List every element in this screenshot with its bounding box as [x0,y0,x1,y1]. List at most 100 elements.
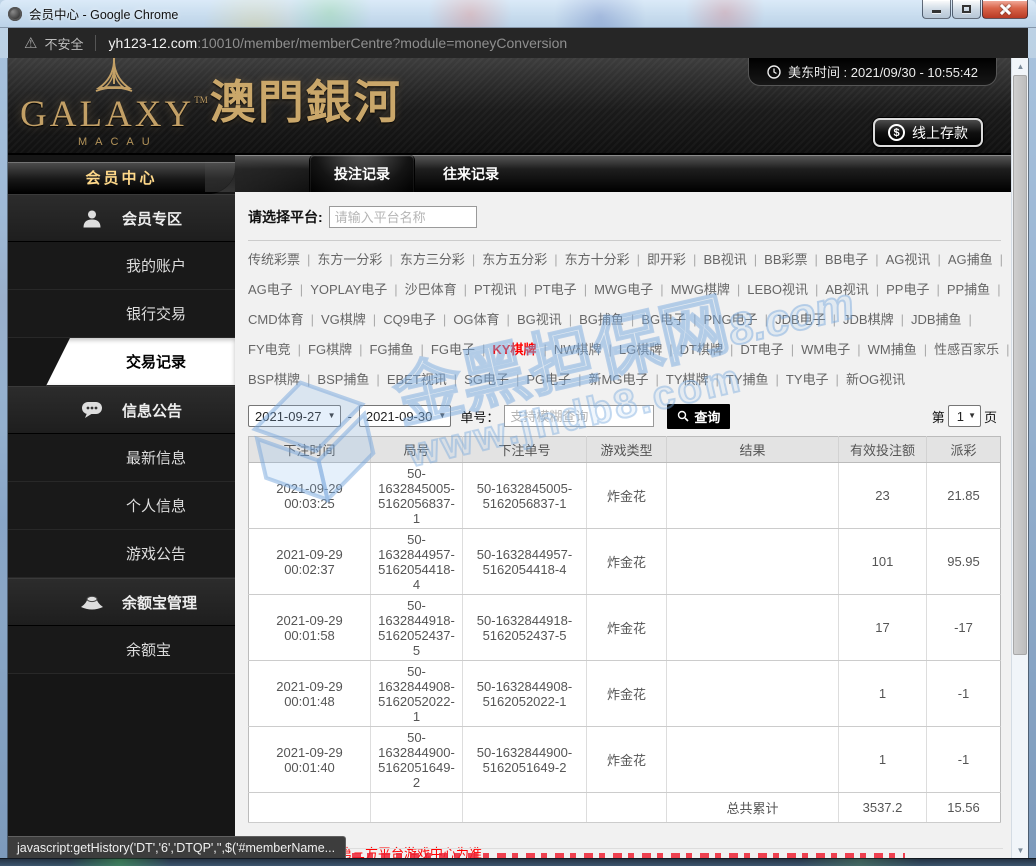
platform-link[interactable]: FG捕鱼 [369,342,413,357]
site-header: GALAXYTM MACAU 澳門銀河 美东时间 : 2021/09/30 - … [8,58,1011,155]
sidebar-item-6[interactable]: 个人信息 [8,482,235,530]
date-from-select[interactable]: 2021-09-27▼ [248,405,341,427]
platform-link[interactable]: OG体育 [453,312,499,327]
platform-separator: | [815,252,818,267]
scroll-up-arrow[interactable]: ▲ [1012,58,1028,74]
platform-link[interactable]: PT视讯 [474,282,517,297]
platform-link[interactable]: FY电竞 [248,342,291,357]
platform-link[interactable]: 新OG视讯 [846,372,905,387]
platform-separator: | [815,282,818,297]
platform-link[interactable]: LG棋牌 [619,342,662,357]
platform-link[interactable]: TY棋牌 [666,372,709,387]
total-cell [371,793,463,823]
platform-link[interactable]: PP电子 [886,282,929,297]
sidebar-item-9[interactable]: 余额宝 [8,626,235,674]
platform-row: AG电子|YOPLAY电子|沙巴体育|PT视讯|PT电子|MWG电子|MWG棋牌… [248,275,1001,305]
sidebar-item-8[interactable]: 余额宝管理 [8,578,235,626]
url-path[interactable]: :10010/member/memberCentre?module=moneyC… [197,35,567,51]
platform-link[interactable]: BB电子 [825,252,868,267]
platform-link[interactable]: PT电子 [534,282,577,297]
platform-link[interactable]: CQ9电子 [383,312,436,327]
platform-link[interactable]: LEBO视讯 [747,282,808,297]
platform-link[interactable]: SG电子 [464,372,509,387]
platform-separator: | [1000,252,1003,267]
sidebar-item-4[interactable]: 信息公告 [8,386,235,434]
minimize-button[interactable] [922,0,951,19]
platform-link[interactable]: KY棋牌 [492,342,536,357]
platform-link[interactable]: 沙巴体育 [405,282,457,297]
platform-link[interactable]: 性感百家乐 [934,342,999,357]
platform-separator: | [578,372,581,387]
sidebar-item-7[interactable]: 游戏公告 [8,530,235,578]
platform-link[interactable]: 新MG电子 [589,372,649,387]
platform-link[interactable]: 即开彩 [647,252,686,267]
order-number-input[interactable] [504,405,654,427]
platform-link[interactable]: PG电子 [526,372,571,387]
platform-link[interactable]: FG电子 [431,342,475,357]
platform-link[interactable]: TY捕鱼 [726,372,769,387]
online-deposit-button[interactable]: $ 线上存款 [873,118,983,147]
date-to-select[interactable]: 2021-09-30▼ [359,405,452,427]
platform-link[interactable]: NW棋牌 [554,342,602,357]
platform-link[interactable]: PNG电子 [704,312,758,327]
platform-link[interactable]: BG视讯 [517,312,562,327]
platform-link[interactable]: 东方五分彩 [482,252,547,267]
scrollbar-thumb[interactable] [1013,75,1027,655]
sidebar-item-1[interactable]: 我的账户 [8,242,235,290]
platform-link-list: 传统彩票|东方一分彩|东方三分彩|东方五分彩|东方十分彩|即开彩|BB视讯|BB… [248,245,1001,395]
platform-link[interactable]: PP捕鱼 [947,282,990,297]
platform-link[interactable]: WM捕鱼 [868,342,917,357]
sidebar-item-5[interactable]: 最新信息 [8,434,235,482]
platform-link[interactable]: EBET视讯 [387,372,447,387]
platform-link[interactable]: 东方一分彩 [317,252,382,267]
page-select[interactable]: 1▼ [948,405,981,427]
not-secure-label[interactable]: 不安全 [44,34,83,53]
sidebar-item-3[interactable]: 交易记录 [8,338,235,386]
platform-link[interactable]: VG棋牌 [321,312,366,327]
platform-link[interactable]: BB彩票 [764,252,807,267]
close-button[interactable] [982,0,1028,19]
platform-name-input[interactable] [329,206,477,228]
date-from-value: 2021-09-27 [255,409,322,424]
platform-link[interactable]: JDB捕鱼 [911,312,962,327]
scroll-down-arrow[interactable]: ▼ [1012,842,1028,858]
total-cell [587,793,667,823]
platform-link[interactable]: BSP捕鱼 [317,372,369,387]
vertical-scrollbar[interactable]: ▲ ▼ [1011,58,1028,858]
platform-link[interactable]: DT电子 [740,342,783,357]
platform-link[interactable]: BB视讯 [703,252,746,267]
sidebar-item-0[interactable]: 会员专区 [8,194,235,242]
platform-link[interactable]: AG电子 [248,282,293,297]
table-cell: 50-1632844918-5162052437-5 [371,595,463,661]
maximize-button[interactable] [952,0,981,19]
platform-link[interactable]: YOPLAY电子 [310,282,387,297]
platform-link[interactable]: DT棋牌 [680,342,723,357]
platform-separator: | [876,282,879,297]
platform-link[interactable]: FG棋牌 [308,342,352,357]
sidebar-item-label: 信息公告 [122,400,182,421]
platform-link[interactable]: AG视讯 [886,252,931,267]
sidebar-item-2[interactable]: 银行交易 [8,290,235,338]
url-domain[interactable]: yh123-12.com [108,35,197,51]
platform-link[interactable]: 东方三分彩 [400,252,465,267]
query-button[interactable]: 查询 [667,404,730,429]
platform-link[interactable]: CMD体育 [248,312,304,327]
platform-link[interactable]: AB视讯 [825,282,868,297]
tab-bet-records[interactable]: 投注记录 [309,155,415,192]
platform-link[interactable]: MWG电子 [594,282,653,297]
platform-link[interactable]: TY电子 [786,372,829,387]
platform-link[interactable]: MWG棋牌 [671,282,730,297]
platform-link[interactable]: 东方十分彩 [565,252,630,267]
platform-separator: | [454,372,457,387]
platform-link[interactable]: JDB电子 [775,312,826,327]
platform-link[interactable]: BG电子 [641,312,686,327]
platform-link[interactable]: BSP棋牌 [248,372,300,387]
tab-transaction-records[interactable]: 往来记录 [421,155,521,192]
address-bar[interactable]: ⚠ 不安全 yh123-12.com :10010/member/memberC… [8,28,1028,58]
platform-link[interactable]: AG捕鱼 [948,252,993,267]
platform-link[interactable]: WM电子 [801,342,850,357]
platform-link[interactable]: BG捕鱼 [579,312,624,327]
browser-viewport: GALAXYTM MACAU 澳門銀河 美东时间 : 2021/09/30 - … [8,58,1028,858]
platform-link[interactable]: 传统彩票 [248,252,300,267]
platform-link[interactable]: JDB棋牌 [843,312,894,327]
